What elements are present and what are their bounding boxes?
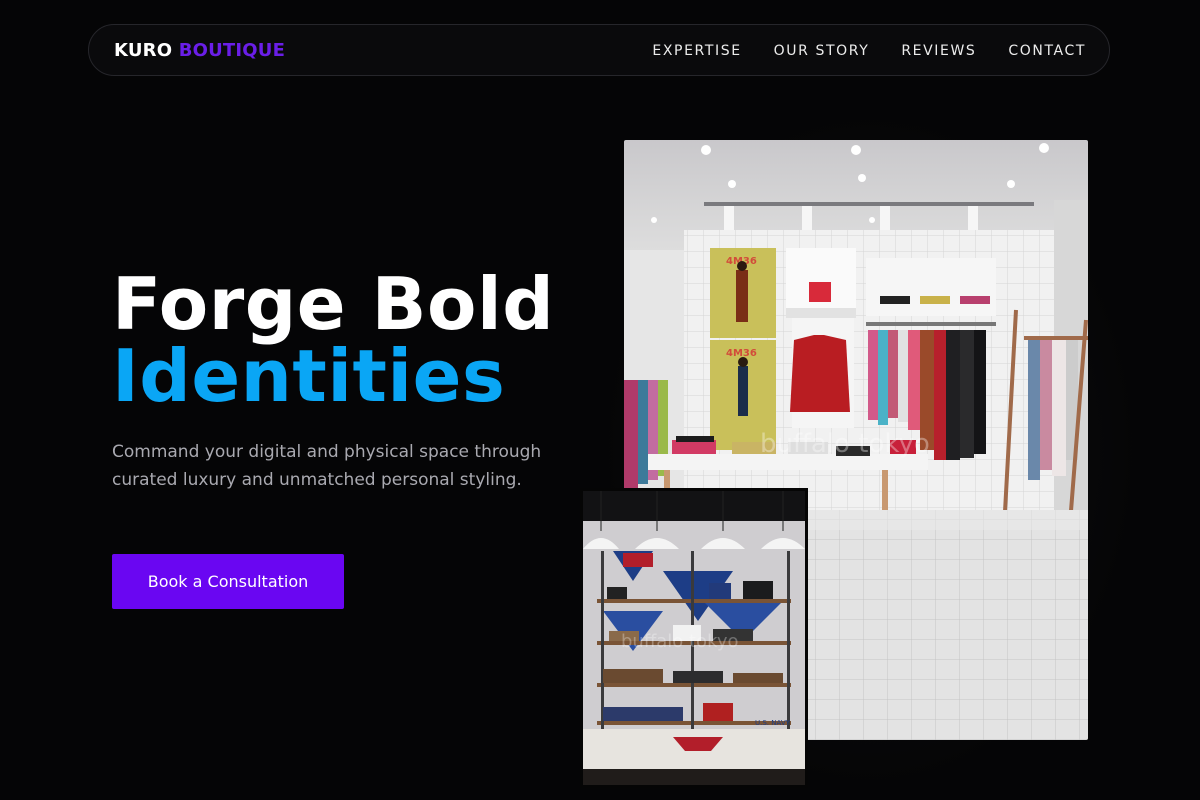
hero-title: Forge Bold Identities xyxy=(112,268,554,412)
page: KURO BOUTIQUE EXPERTISE OUR STORY REVIEW… xyxy=(0,0,1200,800)
brand-word-boutique: BOUTIQUE xyxy=(178,40,286,61)
nav-link-our-story[interactable]: OUR STORY xyxy=(774,43,870,59)
store-shelves-image: U.S. NAVY buffalo tokyo xyxy=(580,488,808,788)
hero-title-line2: Identities xyxy=(112,334,506,418)
brand-logo[interactable]: KURO BOUTIQUE xyxy=(114,39,285,63)
brand-word-kuro: KURO xyxy=(114,40,173,61)
nav-links: EXPERTISE OUR STORY REVIEWS CONTACT xyxy=(652,25,1086,77)
nav-link-contact[interactable]: CONTACT xyxy=(1008,43,1086,59)
hero-subtitle: Command your digital and physical space … xyxy=(112,442,542,490)
hero-title-line1: Forge Bold xyxy=(112,262,555,346)
nav-link-reviews[interactable]: REVIEWS xyxy=(901,43,976,59)
main-watermark: buffalo tokyo xyxy=(760,429,930,459)
secondary-watermark: buffalo tokyo xyxy=(621,631,739,652)
navbar: KURO BOUTIQUE EXPERTISE OUR STORY REVIEW… xyxy=(88,24,1110,76)
book-consultation-button[interactable]: Book a Consultation xyxy=(112,554,344,609)
navy-sign-text: U.S. NAVY xyxy=(755,719,791,727)
nav-link-expertise[interactable]: EXPERTISE xyxy=(652,43,741,59)
